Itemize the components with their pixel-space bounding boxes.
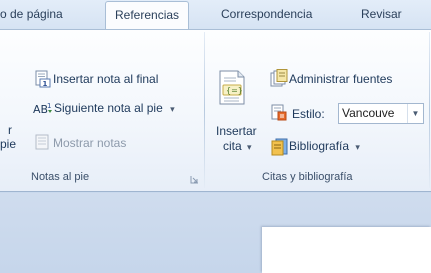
citations-group-label: Citas y bibliografía (262, 171, 353, 183)
svg-text:1: 1 (43, 80, 48, 88)
bibliography-label: Bibliografía (289, 139, 350, 153)
next-footnote-icon: AB 1 (33, 100, 53, 119)
chevron-down-icon[interactable]: ▼ (407, 104, 423, 123)
citation-style-value: Vancouve (342, 106, 395, 120)
show-notes-icon (35, 134, 50, 153)
svg-text:{=}: {=} (226, 86, 243, 95)
next-footnote-button[interactable]: Siguiente nota al pie ▾ (54, 97, 175, 119)
svg-text:AB: AB (33, 103, 48, 116)
footnotes-group-label: Notas al pie (31, 171, 90, 183)
tab-references[interactable]: Referencias (105, 1, 190, 30)
insert-endnote-icon: 1 (34, 70, 52, 91)
dialog-launcher-icon[interactable] (190, 173, 199, 184)
citation-style-label: Estilo: (292, 107, 325, 121)
next-footnote-label: Siguiente nota al pie (54, 101, 163, 115)
insert-citation-icon: {=} (218, 70, 248, 109)
citation-style-icon (271, 104, 287, 124)
show-notes-button[interactable]: Mostrar notas (53, 132, 126, 154)
manage-sources-button[interactable]: Administrar fuentes (289, 68, 392, 90)
ribbon-tab-bar: o de página Referencias Correspondencia … (0, 0, 431, 30)
insert-citation-label-line1[interactable]: Insertar (216, 124, 257, 138)
insert-citation-button[interactable]: cita ▾ (223, 139, 252, 153)
tab-page-layout[interactable]: o de página (0, 0, 63, 29)
citation-style-dropdown[interactable]: Vancouve ▼ (338, 103, 424, 124)
bibliography-button[interactable]: Bibliografía ▾ (289, 135, 360, 157)
tab-mailings[interactable]: Correspondencia (221, 0, 312, 29)
tab-review[interactable]: Revisar (361, 0, 402, 29)
svg-text:1: 1 (47, 102, 51, 110)
insert-endnote-button[interactable]: Insertar nota al final (53, 68, 158, 90)
chevron-down-icon[interactable]: ▾ (355, 142, 360, 152)
group-separator (429, 32, 430, 188)
manage-sources-icon (270, 69, 288, 90)
chevron-down-icon[interactable]: ▾ (170, 104, 175, 114)
insert-footnote-label-line2[interactable]: pie (0, 137, 16, 151)
insert-citation-label-line2: cita (223, 139, 242, 153)
insert-footnote-label-line1[interactable]: r (8, 123, 12, 137)
bibliography-icon (270, 138, 289, 159)
document-page[interactable] (262, 227, 431, 273)
chevron-down-icon[interactable]: ▾ (247, 142, 252, 152)
group-separator (204, 32, 205, 188)
